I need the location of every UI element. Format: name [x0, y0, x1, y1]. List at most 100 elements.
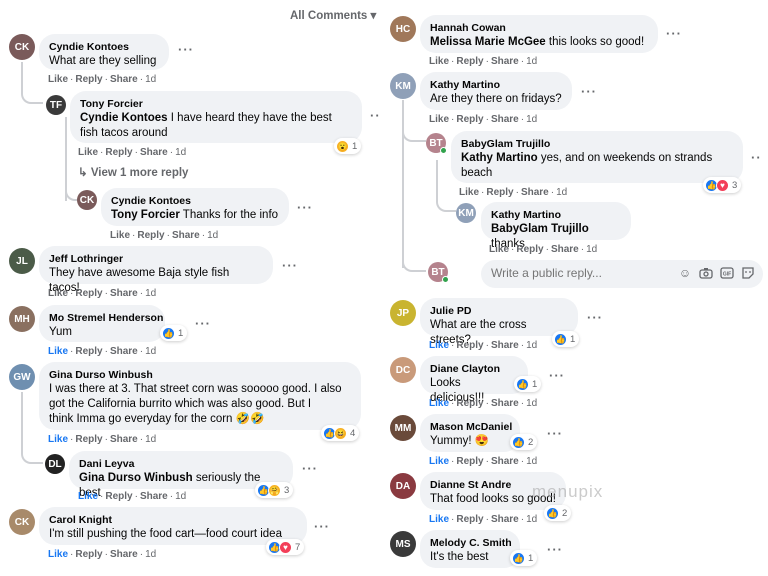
- timestamp[interactable]: 1d: [175, 491, 186, 502]
- like-link[interactable]: Like: [78, 147, 98, 158]
- avatar[interactable]: CK: [9, 34, 35, 60]
- mention-link[interactable]: BabyGlam Trujillo: [491, 223, 589, 235]
- timestamp[interactable]: 1d: [526, 398, 537, 409]
- reply-link[interactable]: Reply: [456, 340, 483, 351]
- like-link[interactable]: Like: [110, 230, 130, 241]
- avatar[interactable]: CK: [9, 509, 35, 535]
- more-options-icon[interactable]: ···: [178, 42, 194, 57]
- avatar[interactable]: KM: [456, 203, 476, 223]
- like-link[interactable]: Like: [459, 187, 479, 198]
- commenter-name[interactable]: Cyndie Kontoes: [49, 40, 159, 54]
- share-link[interactable]: Share: [491, 114, 519, 125]
- timestamp[interactable]: 1d: [526, 340, 537, 351]
- reaction-summary[interactable]: 👍 1: [552, 331, 580, 347]
- share-link[interactable]: Share: [110, 549, 138, 560]
- avatar[interactable]: JP: [390, 300, 416, 326]
- reply-link[interactable]: Reply: [456, 456, 483, 467]
- avatar[interactable]: MM: [390, 415, 416, 441]
- commenter-name[interactable]: BabyGlam Trujillo: [461, 137, 733, 151]
- more-options-icon[interactable]: ···: [587, 310, 603, 325]
- commenter-name[interactable]: Julie PD: [430, 304, 568, 318]
- timestamp[interactable]: 1d: [145, 434, 156, 445]
- reply-link[interactable]: Reply: [75, 549, 102, 560]
- timestamp[interactable]: 1d: [526, 456, 537, 467]
- commenter-name[interactable]: Melody C. Smith: [430, 536, 512, 550]
- like-link[interactable]: Like: [48, 346, 68, 357]
- like-link[interactable]: Like: [78, 491, 98, 502]
- commenter-name[interactable]: Dani Leyva: [79, 457, 283, 471]
- commenter-name[interactable]: Hannah Cowan: [430, 21, 648, 35]
- avatar[interactable]: MH: [9, 306, 35, 332]
- mention-link[interactable]: Cyndie Kontoes: [80, 112, 168, 124]
- timestamp[interactable]: 1d: [175, 147, 186, 158]
- timestamp[interactable]: 1d: [145, 549, 156, 560]
- more-options-icon[interactable]: ···: [282, 258, 298, 273]
- reply-link[interactable]: Reply: [75, 346, 102, 357]
- reply-link[interactable]: Reply: [456, 398, 483, 409]
- share-link[interactable]: Share: [110, 74, 138, 85]
- more-options-icon[interactable]: ···: [666, 26, 682, 41]
- share-link[interactable]: Share: [551, 244, 579, 255]
- mention-link[interactable]: Melissa Marie McGee: [430, 36, 546, 48]
- share-link[interactable]: Share: [110, 346, 138, 357]
- more-options-icon[interactable]: ···: [302, 461, 318, 476]
- reaction-summary[interactable]: 👍 1: [514, 376, 542, 392]
- like-link[interactable]: Like: [429, 398, 449, 409]
- avatar[interactable]: CK: [77, 190, 97, 210]
- mention-link[interactable]: Kathy Martino: [461, 152, 538, 164]
- avatar[interactable]: TF: [46, 95, 66, 115]
- timestamp[interactable]: 1d: [207, 230, 218, 241]
- more-options-icon[interactable]: ···: [314, 519, 330, 534]
- commenter-name[interactable]: Gina Durso Winbush: [49, 368, 351, 382]
- reply-link[interactable]: Reply: [456, 56, 483, 67]
- view-more-replies-link[interactable]: ↳ View 1 more reply: [78, 165, 188, 179]
- reaction-summary[interactable]: 👍 🤗 3: [255, 482, 294, 498]
- commenter-name[interactable]: Cyndie Kontoes: [111, 194, 279, 208]
- reaction-summary[interactable]: 👍 2: [510, 434, 538, 450]
- commenter-name[interactable]: Kathy Martino: [430, 78, 562, 92]
- timestamp[interactable]: 1d: [145, 288, 156, 299]
- reaction-summary[interactable]: 👍 1: [160, 325, 188, 341]
- reply-link[interactable]: Reply: [456, 514, 483, 525]
- reply-link[interactable]: Reply: [105, 147, 132, 158]
- like-link[interactable]: Like: [429, 340, 449, 351]
- like-link[interactable]: Like: [429, 114, 449, 125]
- timestamp[interactable]: 1d: [526, 514, 537, 525]
- reaction-summary[interactable]: 👍 ♥ 7: [266, 539, 305, 555]
- like-link[interactable]: Like: [489, 244, 509, 255]
- commenter-name[interactable]: Jeff Lothringer: [49, 252, 263, 266]
- reaction-summary[interactable]: 👍 2: [544, 505, 572, 521]
- timestamp[interactable]: 1d: [586, 244, 597, 255]
- more-options-icon[interactable]: ···: [581, 84, 597, 99]
- share-link[interactable]: Share: [140, 147, 168, 158]
- share-link[interactable]: Share: [491, 456, 519, 467]
- timestamp[interactable]: 1d: [526, 114, 537, 125]
- like-link[interactable]: Like: [429, 56, 449, 67]
- reaction-summary[interactable]: 👍 😆 4: [321, 425, 360, 441]
- emoji-icon[interactable]: ☺: [678, 266, 692, 280]
- share-link[interactable]: Share: [110, 434, 138, 445]
- reply-link[interactable]: Reply: [105, 491, 132, 502]
- reply-link[interactable]: Reply: [456, 114, 483, 125]
- camera-icon[interactable]: [699, 266, 713, 280]
- reaction-summary[interactable]: 👍 1: [510, 550, 538, 566]
- gif-icon[interactable]: GIF: [720, 266, 734, 280]
- timestamp[interactable]: 1d: [145, 346, 156, 357]
- more-options-icon[interactable]: ···: [547, 426, 563, 441]
- commenter-name[interactable]: Diane Clayton: [430, 362, 518, 376]
- timestamp[interactable]: 1d: [556, 187, 567, 198]
- more-options-icon[interactable]: ··: [751, 150, 762, 165]
- more-options-icon[interactable]: ···: [549, 368, 565, 383]
- commenter-name[interactable]: Mason McDaniel: [430, 420, 512, 434]
- commenter-name[interactable]: Kathy Martino: [491, 208, 621, 222]
- more-options-icon[interactable]: ···: [547, 542, 563, 557]
- avatar[interactable]: HC: [390, 16, 416, 42]
- avatar[interactable]: JL: [9, 248, 35, 274]
- like-link[interactable]: Like: [429, 514, 449, 525]
- avatar[interactable]: KM: [390, 73, 416, 99]
- mention-link[interactable]: Gina Durso Winbush: [79, 472, 193, 484]
- reply-link[interactable]: Reply: [75, 288, 102, 299]
- like-link[interactable]: Like: [48, 288, 68, 299]
- share-link[interactable]: Share: [521, 187, 549, 198]
- reply-link[interactable]: Reply: [137, 230, 164, 241]
